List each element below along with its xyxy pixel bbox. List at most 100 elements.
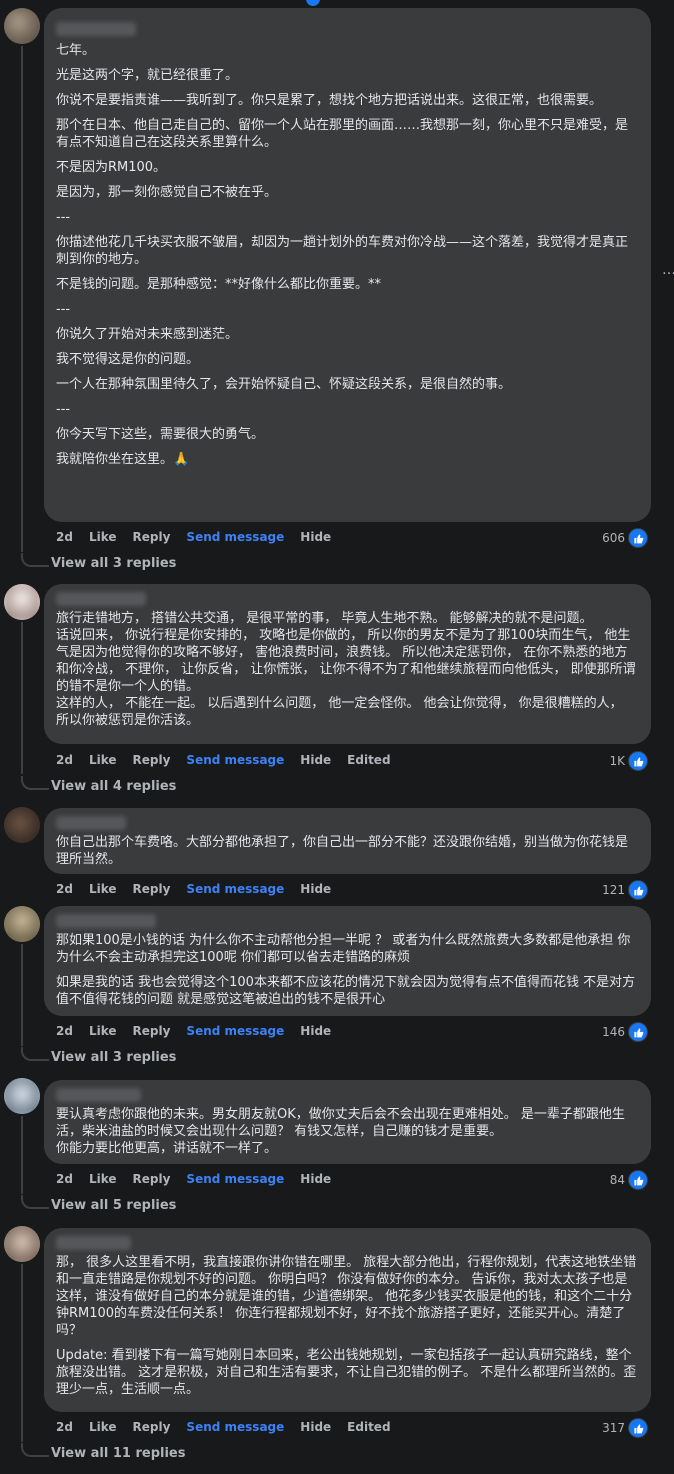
timestamp[interactable]: 2d (56, 753, 73, 769)
comment: 那如果100是小钱的话 为什么你不主动帮他分担一半呢 ？ 或者为什么既然旅费大多… (44, 906, 651, 1016)
reply-button[interactable]: Reply (133, 1172, 171, 1188)
edited-label: Edited (347, 753, 391, 767)
comment: 你自己出那个车费咯。大部分都他承担了，你自己出一部分不能？还没跟你结婚，别当做为… (44, 808, 651, 874)
avatar[interactable] (4, 1078, 40, 1114)
reply-button[interactable]: Reply (133, 753, 171, 769)
like-button[interactable]: Like (89, 530, 117, 546)
reply-button[interactable]: Reply (133, 882, 171, 898)
thumbs-up-icon (628, 1170, 648, 1190)
like-button[interactable]: Like (89, 753, 117, 769)
thumbs-up-icon (628, 528, 648, 548)
comment: 那， 很多人这里看不明，我直接跟你讲你错在哪里。 旅程大部分他出，行程你规划，代… (44, 1228, 651, 1412)
hide-button[interactable]: Hide (300, 753, 331, 769)
comment-text: 光是这两个字，就已经很重了。 (56, 68, 239, 83)
author-name[interactable] (56, 592, 146, 606)
comment-actions: 2d Like Reply Send message Hide Edited (56, 1420, 407, 1436)
comment-text: 你说不是要指责谁——我听到了。你只是累了，想找个地方把话说出来。这很正常，也很需… (56, 93, 603, 108)
comment-text: 你今天写下这些，需要很大的勇气。 (56, 427, 265, 442)
author-name[interactable] (56, 914, 156, 928)
comment-actions: 2d Like Reply Send message Hide Edited (56, 753, 407, 769)
view-replies-link[interactable]: View all 3 replies (51, 556, 176, 571)
like-button[interactable]: Like (89, 1024, 117, 1040)
thread-line (21, 1116, 23, 1194)
thumbs-up-icon (628, 1418, 648, 1438)
view-replies-link[interactable]: View all 11 replies (51, 1446, 185, 1461)
thread-line (21, 944, 23, 1046)
like-button[interactable]: Like (89, 1172, 117, 1188)
thread-line (21, 622, 23, 774)
hide-button[interactable]: Hide (300, 530, 331, 546)
send-message-button[interactable]: Send message (186, 882, 284, 898)
thumbs-up-icon (628, 880, 648, 900)
send-message-button[interactable]: Send message (186, 1420, 284, 1436)
send-message-button[interactable]: Send message (186, 753, 284, 769)
comment-text: 如果是我的话 我也会觉得这个100本来都不应该花的情况下就会因为觉得有点不值得而… (56, 975, 636, 1007)
reply-button[interactable]: Reply (133, 1420, 171, 1436)
reaction-count[interactable]: 121 (602, 880, 648, 900)
send-message-button[interactable]: Send message (186, 1172, 284, 1188)
comment-text: 要认真考虑你跟他的未来。男女朋友就OK，做你丈夫后会不会出现在更难相处。 是一辈… (56, 1107, 625, 1156)
hide-button[interactable]: Hide (300, 1172, 331, 1188)
avatar[interactable] (4, 8, 40, 44)
timestamp[interactable]: 2d (56, 530, 73, 546)
thumbs-up-icon (628, 1022, 648, 1042)
thread-line (21, 46, 23, 552)
reply-button[interactable]: Reply (133, 1024, 171, 1040)
like-button[interactable]: Like (89, 1420, 117, 1436)
view-replies-link[interactable]: View all 3 replies (51, 1050, 176, 1065)
send-message-button[interactable]: Send message (186, 530, 284, 546)
reaction-count[interactable]: 606 (602, 528, 648, 548)
hide-button[interactable]: Hide (300, 1024, 331, 1040)
comment: 旅行走错地方， 搭错公共交通， 是很平常的事， 毕竟人生地不熟。 能够解决的就不… (44, 584, 651, 744)
comment-text: 那， 很多人这里看不明，我直接跟你讲你错在哪里。 旅程大部分他出，行程你规划，代… (56, 1255, 637, 1338)
hide-button[interactable]: Hide (300, 882, 331, 898)
comment-bubble: 要认真考虑你跟他的未来。男女朋友就OK，做你丈夫后会不会出现在更难相处。 是一辈… (44, 1080, 651, 1164)
author-name[interactable] (56, 22, 136, 36)
reaction-badge-top (306, 0, 320, 6)
comment-bubble: 旅行走错地方， 搭错公共交通， 是很平常的事， 毕竟人生地不熟。 能够解决的就不… (44, 584, 651, 744)
edited-label: Edited (347, 1420, 391, 1434)
comment: 七年。 光是这两个字，就已经很重了。 你说不是要指责谁——我听到了。你只是累了，… (44, 8, 651, 522)
comment-actions: 2d Like Reply Send message Hide (56, 1024, 347, 1040)
comment-actions: 2d Like Reply Send message Hide (56, 530, 347, 546)
timestamp[interactable]: 2d (56, 1172, 73, 1188)
reaction-number: 84 (609, 1173, 625, 1187)
comment-bubble: 那如果100是小钱的话 为什么你不主动帮他分担一半呢 ？ 或者为什么既然旅费大多… (44, 906, 651, 1016)
thumbs-up-icon (628, 751, 648, 771)
more-options-icon[interactable]: … (662, 262, 674, 278)
author-name[interactable] (56, 1236, 131, 1250)
avatar[interactable] (4, 1226, 40, 1262)
comment-text: Update: 看到楼下有一篇写她刚日本回来，老公出钱她规划，一家包括孩子一起认… (56, 1348, 637, 1397)
comment-text: --- (56, 402, 71, 417)
reaction-count[interactable]: 317 (602, 1418, 648, 1438)
comment-text: 一个人在那种氛围里待久了，会开始怀疑自己、怀疑这段关系，是很自然的事。 (56, 377, 512, 392)
comment-text: --- (56, 210, 71, 225)
avatar[interactable] (4, 906, 40, 942)
view-replies-link[interactable]: View all 4 replies (51, 779, 176, 794)
comment-text: 你自己出那个车费咯。大部分都他承担了，你自己出一部分不能？还没跟你结婚，别当做为… (56, 835, 629, 867)
reaction-number: 606 (602, 531, 625, 545)
send-message-button[interactable]: Send message (186, 1024, 284, 1040)
timestamp[interactable]: 2d (56, 882, 73, 898)
comment-text: 你描述他花几千块买衣服不皱眉，却因为一趟计划外的车费对你冷战——这个落差，我觉得… (56, 235, 629, 267)
reaction-count[interactable]: 1K (609, 751, 648, 771)
reaction-count[interactable]: 146 (602, 1022, 648, 1042)
like-button[interactable]: Like (89, 882, 117, 898)
avatar[interactable] (4, 584, 40, 620)
reaction-count[interactable]: 84 (610, 1170, 648, 1190)
thread-elbow (21, 553, 49, 567)
hide-button[interactable]: Hide (300, 1420, 331, 1436)
timestamp[interactable]: 2d (56, 1024, 73, 1040)
reaction-number: 146 (602, 1025, 625, 1039)
view-replies-link[interactable]: View all 5 replies (51, 1198, 176, 1213)
comment-text: 旅行走错地方， 搭错公共交通， 是很平常的事， 毕竟人生地不熟。 能够解决的就不… (56, 611, 636, 728)
timestamp[interactable]: 2d (56, 1420, 73, 1436)
reaction-number: 121 (602, 883, 625, 897)
comment-text: 我就陪你坐在这里。🙏 (56, 452, 190, 467)
reply-button[interactable]: Reply (133, 530, 171, 546)
comment-actions: 2d Like Reply Send message Hide (56, 882, 347, 898)
author-name[interactable] (56, 1088, 141, 1102)
avatar[interactable] (4, 807, 40, 843)
comment: 要认真考虑你跟他的未来。男女朋友就OK，做你丈夫后会不会出现在更难相处。 是一辈… (44, 1080, 651, 1164)
author-name[interactable] (56, 816, 126, 830)
